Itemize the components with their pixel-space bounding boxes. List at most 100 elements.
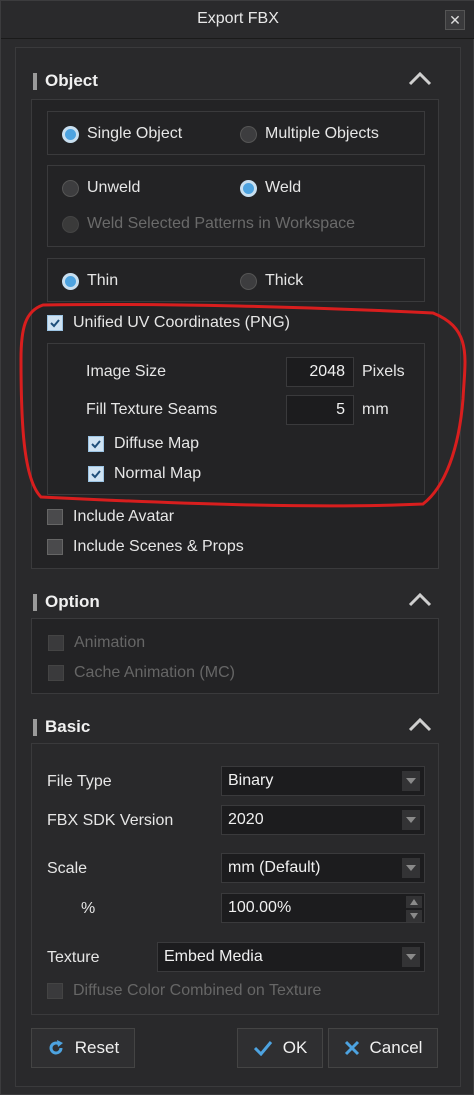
checkbox-animation: Animation (48, 632, 145, 654)
radio-dot (62, 272, 79, 290)
radio-dot (240, 125, 257, 143)
ok-label: OK (282, 1038, 308, 1057)
thickness-group: Thin Thick (47, 258, 425, 302)
radio-dot (240, 179, 257, 197)
weld-group: Unweld Weld Weld Selected Patterns in Wo… (47, 165, 425, 247)
radio-label: Unweld (87, 179, 141, 196)
checkbox-box (48, 635, 64, 651)
radio-thick[interactable]: Thick (240, 270, 303, 292)
image-size-label: Image Size (86, 363, 167, 380)
radio-label: Weld (265, 179, 302, 196)
section-bar (33, 719, 37, 736)
radio-single-object[interactable]: Single Object (62, 123, 182, 145)
section-title-basic: Basic (45, 717, 91, 736)
radio-weld-selected-patterns: Weld Selected Patterns in Workspace (62, 213, 355, 235)
check-icon (47, 315, 63, 331)
checkbox-box (47, 983, 63, 999)
file-type-label: File Type (47, 773, 112, 790)
section-header-option[interactable]: Option (31, 588, 441, 618)
checkbox-label: Diffuse Map (114, 435, 200, 452)
texture-select[interactable]: Embed Media (157, 942, 425, 972)
fill-seams-unit: mm (362, 401, 389, 418)
radio-label: Thick (265, 272, 304, 289)
checkbox-box (47, 539, 63, 555)
image-size-unit: Pixels (362, 363, 405, 380)
reset-button[interactable]: Reset (31, 1028, 135, 1068)
radio-dot (62, 215, 79, 233)
sdk-version-select[interactable]: 2020 (221, 805, 425, 835)
checkbox-label: Diffuse Color Combined on Texture (73, 982, 322, 999)
radio-label: Thin (87, 272, 119, 289)
radio-multiple-objects[interactable]: Multiple Objects (240, 123, 379, 145)
percent-label: % (81, 900, 96, 917)
ok-check-icon (253, 1041, 272, 1056)
checkbox-normal-map[interactable]: Normal Map (88, 463, 201, 485)
checkbox-label: Cache Animation (MC) (74, 664, 235, 681)
section-title-option: Option (45, 592, 100, 611)
section-header-basic[interactable]: Basic (31, 713, 441, 743)
fill-seams-input[interactable]: 5 (286, 395, 354, 425)
percent-input[interactable]: 100.00% (221, 893, 425, 923)
checkbox-include-avatar[interactable]: Include Avatar (47, 506, 174, 528)
section-bar (33, 594, 37, 611)
chevron-down-icon (402, 771, 420, 791)
checkbox-box (47, 509, 63, 525)
chevron-down-icon (402, 947, 420, 967)
scale-label: Scale (47, 860, 88, 877)
cancel-label: Cancel (369, 1038, 423, 1057)
chevron-up-icon[interactable] (407, 715, 433, 735)
radio-thin[interactable]: Thin (62, 270, 118, 292)
option-panel: Animation Cache Animation (MC) (31, 618, 439, 694)
radio-dot (62, 179, 79, 197)
radio-dot (240, 272, 257, 290)
spinner-icon[interactable] (406, 896, 422, 922)
radio-weld[interactable]: Weld (240, 177, 301, 199)
section-bar (33, 73, 37, 90)
checkbox-include-scenes[interactable]: Include Scenes & Props (47, 536, 244, 558)
checkbox-diffuse-map[interactable]: Diffuse Map (88, 433, 199, 455)
checkbox-diffuse-combined: Diffuse Color Combined on Texture (47, 980, 321, 1002)
percent-value: 100.00% (228, 899, 292, 916)
chevron-up-icon[interactable] (407, 590, 433, 610)
fill-seams-label: Fill Texture Seams (86, 401, 218, 418)
chevron-up-icon[interactable] (407, 69, 433, 89)
title-bar: Export FBX ✕ (1, 1, 474, 39)
texture-value: Embed Media (164, 948, 263, 965)
cancel-x-icon (344, 1040, 359, 1056)
check-icon (88, 436, 104, 452)
check-icon (88, 466, 104, 482)
sdk-version-value: 2020 (228, 811, 264, 828)
radio-label: Single Object (87, 125, 183, 142)
section-header-object[interactable]: Object (31, 67, 441, 97)
export-fbx-dialog: Export FBX ✕ Object Single Object Multip… (0, 0, 474, 1095)
checkbox-label: Normal Map (114, 465, 202, 482)
scale-value: mm (Default) (228, 859, 321, 876)
scale-select[interactable]: mm (Default) (221, 853, 425, 883)
checkbox-label: Animation (74, 634, 146, 651)
radio-label: Multiple Objects (265, 125, 379, 142)
reset-label: Reset (74, 1038, 120, 1057)
file-type-select[interactable]: Binary (221, 766, 425, 796)
radio-label: Weld Selected Patterns in Workspace (87, 215, 355, 232)
radio-unweld[interactable]: Unweld (62, 177, 140, 199)
checkbox-label: Unified UV Coordinates (PNG) (73, 314, 290, 331)
sdk-version-label: FBX SDK Version (47, 812, 174, 829)
checkbox-cache-animation: Cache Animation (MC) (48, 662, 235, 684)
window-title: Export FBX (197, 10, 279, 27)
checkbox-label: Include Avatar (73, 508, 175, 525)
cancel-button[interactable]: Cancel (328, 1028, 438, 1068)
close-icon[interactable]: ✕ (445, 10, 465, 30)
object-mode-group: Single Object Multiple Objects (47, 111, 425, 155)
uv-settings-group: Image Size 2048 Pixels Fill Texture Seam… (47, 343, 425, 495)
section-title-object: Object (45, 71, 98, 90)
texture-label: Texture (47, 949, 100, 966)
image-size-input[interactable]: 2048 (286, 357, 354, 387)
chevron-down-icon (402, 858, 420, 878)
ok-button[interactable]: OK (237, 1028, 323, 1068)
checkbox-label: Include Scenes & Props (73, 538, 244, 555)
checkbox-box (48, 665, 64, 681)
file-type-value: Binary (228, 772, 274, 789)
radio-dot (62, 125, 79, 143)
chevron-down-icon (402, 810, 420, 830)
checkbox-unified-uv[interactable]: Unified UV Coordinates (PNG) (47, 312, 290, 334)
